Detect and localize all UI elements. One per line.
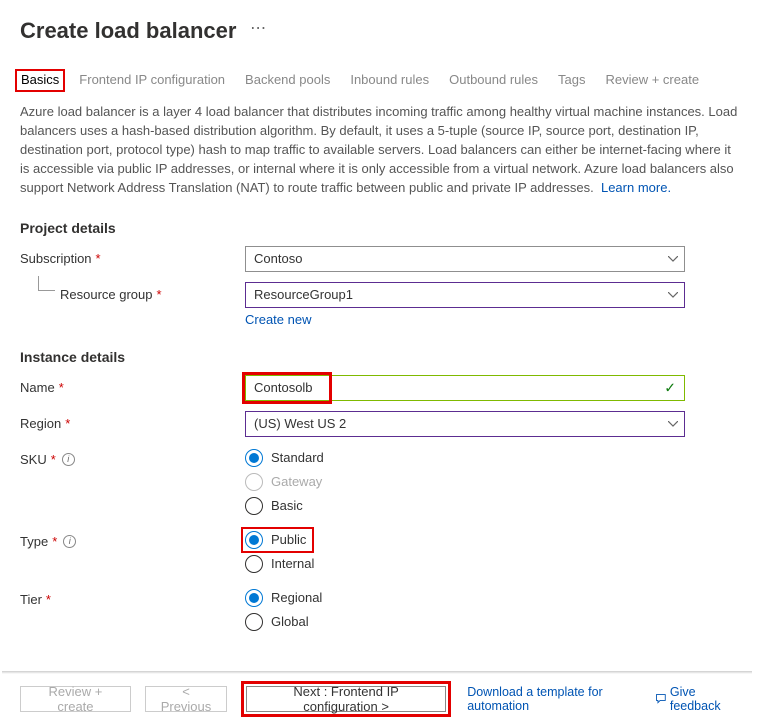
tab-bar: Basics Frontend IP configuration Backend… [20,70,742,89]
sku-option-standard[interactable]: Standard [245,449,742,467]
subscription-label: Subscription [20,251,92,266]
download-template-link[interactable]: Download a template for automation [467,685,649,713]
chevron-down-icon [668,421,678,427]
more-icon[interactable]: ⋯ [250,18,266,38]
sku-label: SKU [20,452,47,467]
type-option-internal[interactable]: Internal [245,555,742,573]
info-icon[interactable]: i [63,535,76,548]
required-icon: * [59,380,64,395]
name-input[interactable]: Contosolb ✓ [245,375,685,401]
tab-frontend-ip[interactable]: Frontend IP configuration [78,70,226,89]
check-icon: ✓ [664,379,676,396]
tier-option-regional[interactable]: Regional [245,589,742,607]
type-option-public[interactable]: Public [245,531,742,549]
sku-option-basic[interactable]: Basic [245,497,742,515]
next-button[interactable]: Next : Frontend IP configuration > [246,686,446,712]
tab-outbound-rules[interactable]: Outbound rules [448,70,539,89]
required-icon: * [65,416,70,431]
tab-basics[interactable]: Basics [20,70,60,89]
tier-option-global[interactable]: Global [245,613,742,631]
give-feedback-link[interactable]: Give feedback [655,685,742,713]
section-project-details: Project details [20,220,742,236]
tab-backend-pools[interactable]: Backend pools [244,70,331,89]
required-icon: * [46,592,51,607]
required-icon: * [52,534,57,549]
description-text: Azure load balancer is a layer 4 load ba… [20,103,742,197]
section-instance-details: Instance details [20,349,742,365]
subscription-select[interactable]: Contoso [245,246,685,272]
tab-inbound-rules[interactable]: Inbound rules [349,70,430,89]
tier-label: Tier [20,592,42,607]
chevron-down-icon [668,256,678,262]
page-title: Create load balancer [20,18,236,44]
create-new-link[interactable]: Create new [245,312,311,327]
chevron-down-icon [668,292,678,298]
region-select[interactable]: (US) West US 2 [245,411,685,437]
info-icon[interactable]: i [62,453,75,466]
sku-option-gateway: Gateway [245,473,742,491]
name-label: Name [20,380,55,395]
learn-more-link[interactable]: Learn more. [601,180,671,195]
tab-tags[interactable]: Tags [557,70,586,89]
required-icon: * [96,251,101,266]
region-label: Region [20,416,61,431]
required-icon: * [51,452,56,467]
feedback-icon [655,693,667,705]
footer-bar: Review + create < Previous Next : Fronte… [2,671,742,717]
previous-button: < Previous [145,686,227,712]
review-create-button: Review + create [20,686,131,712]
type-label: Type [20,534,48,549]
required-icon: * [157,287,162,302]
resource-group-select[interactable]: ResourceGroup1 [245,282,685,308]
tab-review-create[interactable]: Review + create [604,70,700,89]
resource-group-label: Resource group [60,287,153,302]
